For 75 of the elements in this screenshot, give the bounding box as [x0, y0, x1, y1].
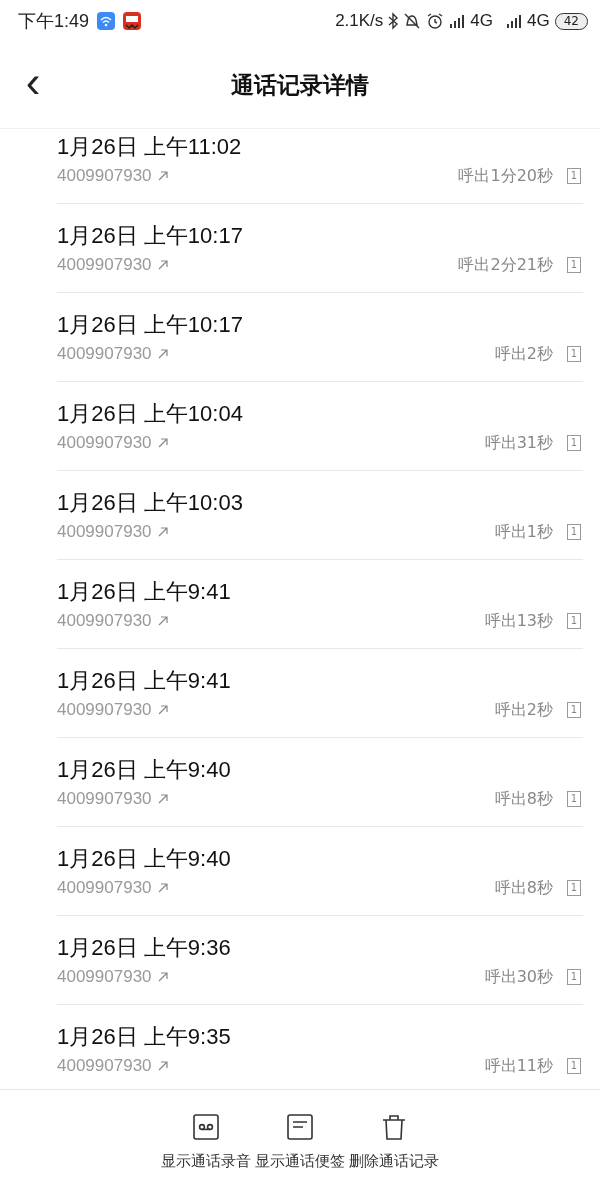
outgoing-arrow-icon: [157, 883, 168, 893]
call-duration: 呼出8秒: [494, 877, 553, 899]
call-time: 1月26日 上午9:41: [57, 666, 232, 695]
sim-badge: 1: [567, 257, 581, 273]
phone-number: 4009907930: [57, 611, 152, 631]
battery-level: 42: [554, 12, 588, 30]
outgoing-arrow-icon: [157, 616, 168, 626]
outgoing-arrow-icon: [157, 1061, 168, 1071]
signal-icon: [449, 13, 466, 29]
action-button[interactable]: 删除通话记录: [349, 1114, 439, 1200]
call-time: 1月26日 上午9:40: [57, 844, 232, 873]
call-duration: 呼出31秒: [484, 432, 553, 454]
sim-badge: 1: [567, 613, 581, 629]
trash-icon: [381, 1114, 407, 1141]
call-duration: 呼出2秒: [494, 699, 553, 721]
call-time: 1月26日 上午10:03: [57, 488, 244, 517]
sim-badge: 1: [567, 168, 581, 184]
outgoing-arrow-icon: [157, 794, 168, 804]
outgoing-arrow-icon: [157, 972, 168, 982]
sim-badge: 1: [567, 880, 581, 896]
action-button[interactable]: 显示通话便签: [255, 1114, 345, 1200]
bluetooth-icon: [388, 12, 399, 30]
phone-number: 4009907930: [57, 344, 152, 364]
call-duration: 呼出1分20秒: [458, 165, 553, 187]
call-time: 1月26日 上午9:40: [57, 755, 232, 784]
sim-badge: 1: [567, 969, 581, 985]
sim-badge: 1: [567, 346, 581, 362]
call-time: 1月26日 上午10:17: [57, 221, 244, 250]
call-duration: 呼出8秒: [494, 788, 553, 810]
call-time: 1月26日 上午11:02: [57, 132, 243, 161]
call-duration: 呼出11秒: [484, 1055, 553, 1077]
network-type: 4G: [470, 11, 494, 31]
action-button[interactable]: 显示通话录音: [161, 1114, 251, 1200]
call-duration: 呼出1秒: [494, 521, 553, 543]
outgoing-arrow-icon: [157, 705, 168, 715]
call-duration: 呼出13秒: [484, 610, 553, 632]
outgoing-arrow-icon: [157, 438, 168, 448]
phone-number: 4009907930: [57, 166, 152, 186]
call-time: 1月26日 上午9:41: [57, 577, 232, 606]
phone-number: 4009907930: [57, 967, 152, 987]
call-duration: 呼出2秒: [494, 343, 553, 365]
phone-number: 4009907930: [57, 1056, 152, 1076]
call-time: 1月26日 上午9:36: [57, 933, 232, 962]
network-type: 4G: [527, 11, 550, 31]
phone-number: 4009907930: [57, 789, 152, 809]
sim-badge: 1: [567, 1058, 581, 1074]
signal-icon: [506, 13, 523, 29]
wifi-app-icon: [97, 12, 116, 30]
sim-badge: 1: [567, 524, 581, 540]
app-icon: [123, 12, 142, 30]
alarm-icon: [426, 12, 445, 30]
call-duration: 呼出2分21秒: [458, 254, 553, 276]
phone-number: 4009907930: [57, 255, 152, 275]
status-time: 下午1:49: [18, 10, 90, 33]
muted-bell-icon: [403, 12, 422, 30]
network-speed: 2.1K/s: [335, 11, 384, 31]
call-time: 1月26日 上午10:04: [57, 399, 244, 428]
outgoing-arrow-icon: [157, 171, 168, 181]
recording-icon: [193, 1114, 219, 1141]
outgoing-arrow-icon: [157, 349, 168, 359]
call-duration: 呼出30秒: [484, 966, 553, 988]
back-button[interactable]: ‹: [0, 60, 66, 110]
sim-badge: 1: [567, 791, 581, 807]
sim-badge: 1: [567, 702, 581, 718]
phone-number: 4009907930: [57, 700, 152, 720]
outgoing-arrow-icon: [157, 260, 168, 270]
phone-number: 4009907930: [57, 878, 152, 898]
phone-number: 4009907930: [57, 522, 152, 542]
phone-number: 4009907930: [57, 433, 152, 453]
page-title: 通话记录详情: [230, 70, 370, 100]
note-icon: [287, 1114, 313, 1141]
outgoing-arrow-icon: [157, 527, 168, 537]
sim-badge: 1: [567, 435, 581, 451]
call-time: 1月26日 上午9:35: [57, 1022, 232, 1051]
call-time: 1月26日 上午10:17: [57, 310, 244, 339]
